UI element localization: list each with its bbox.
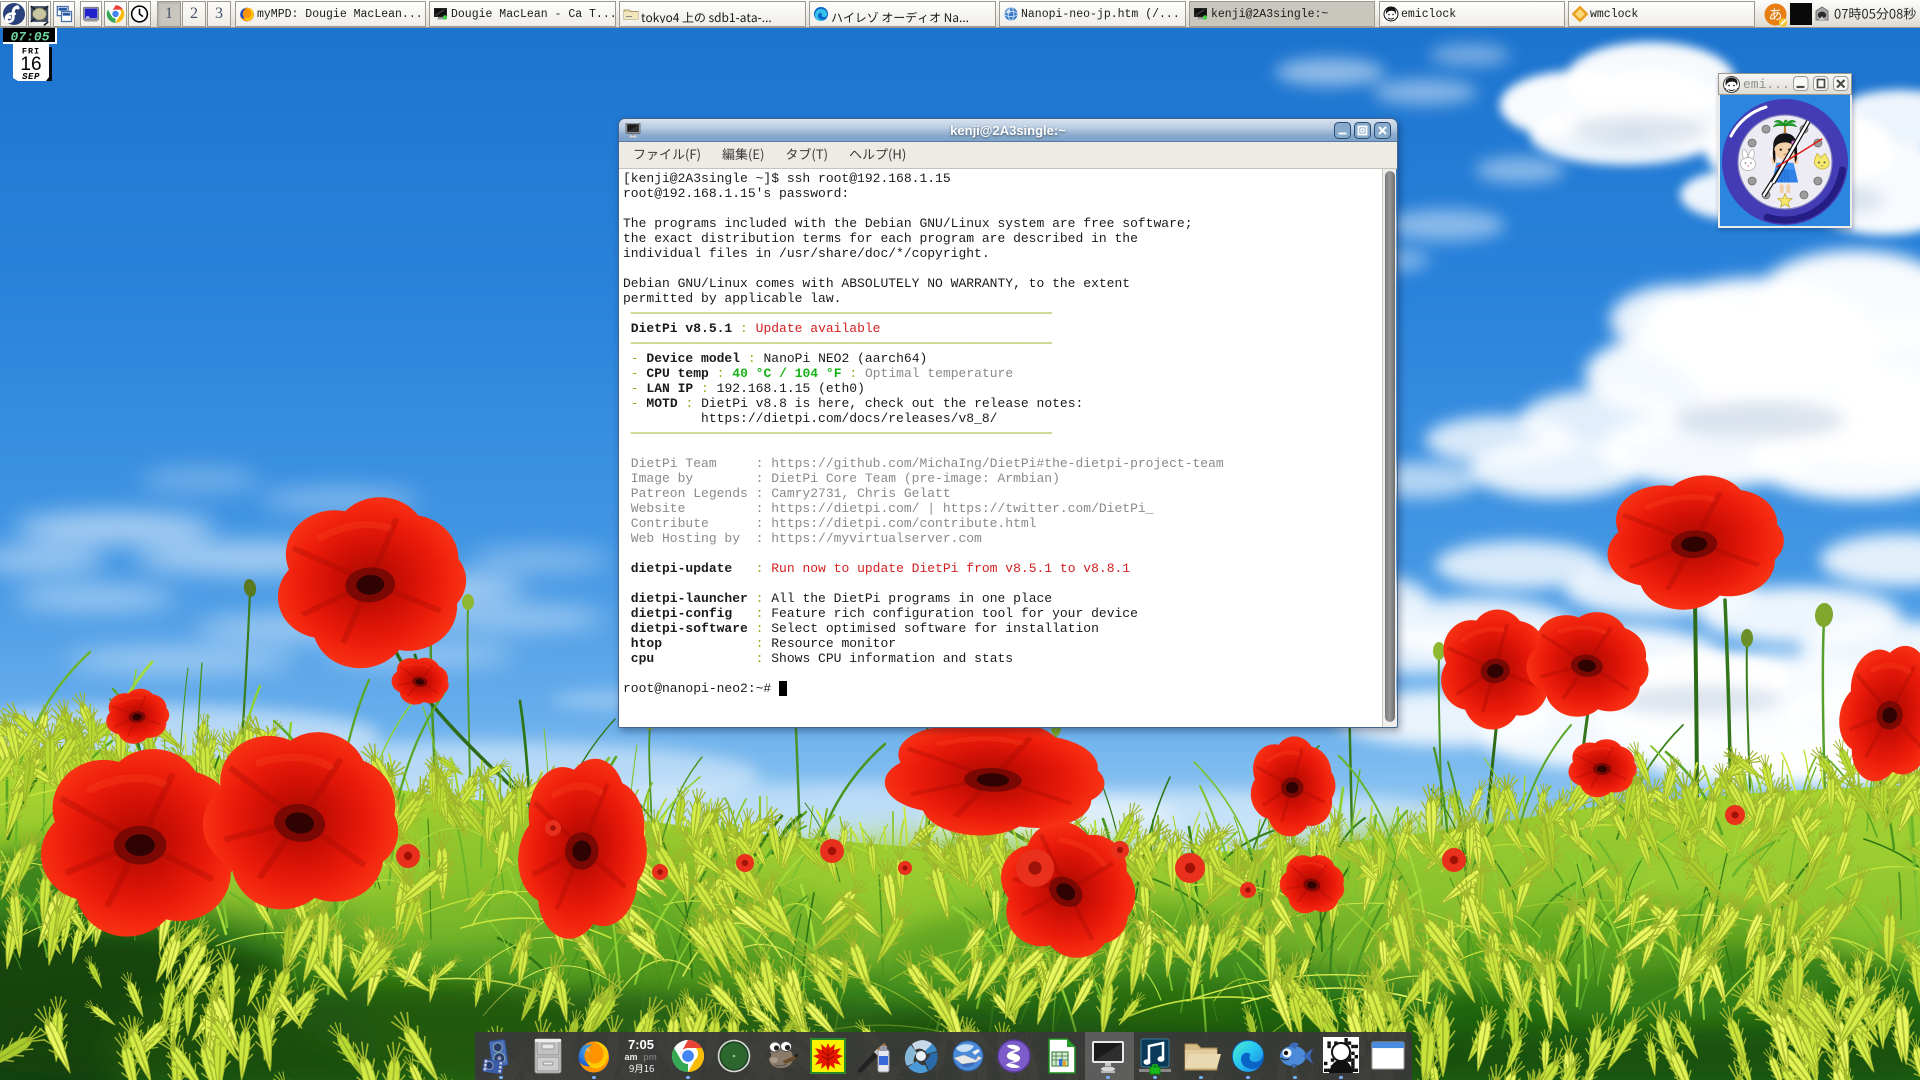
svg-text:am: am bbox=[624, 1052, 637, 1062]
svg-text:07:05: 07:05 bbox=[10, 30, 49, 45]
svg-text:SEP: SEP bbox=[22, 72, 40, 82]
svg-text:pm: pm bbox=[643, 1052, 657, 1062]
svg-text:7:05: 7:05 bbox=[628, 1037, 654, 1052]
